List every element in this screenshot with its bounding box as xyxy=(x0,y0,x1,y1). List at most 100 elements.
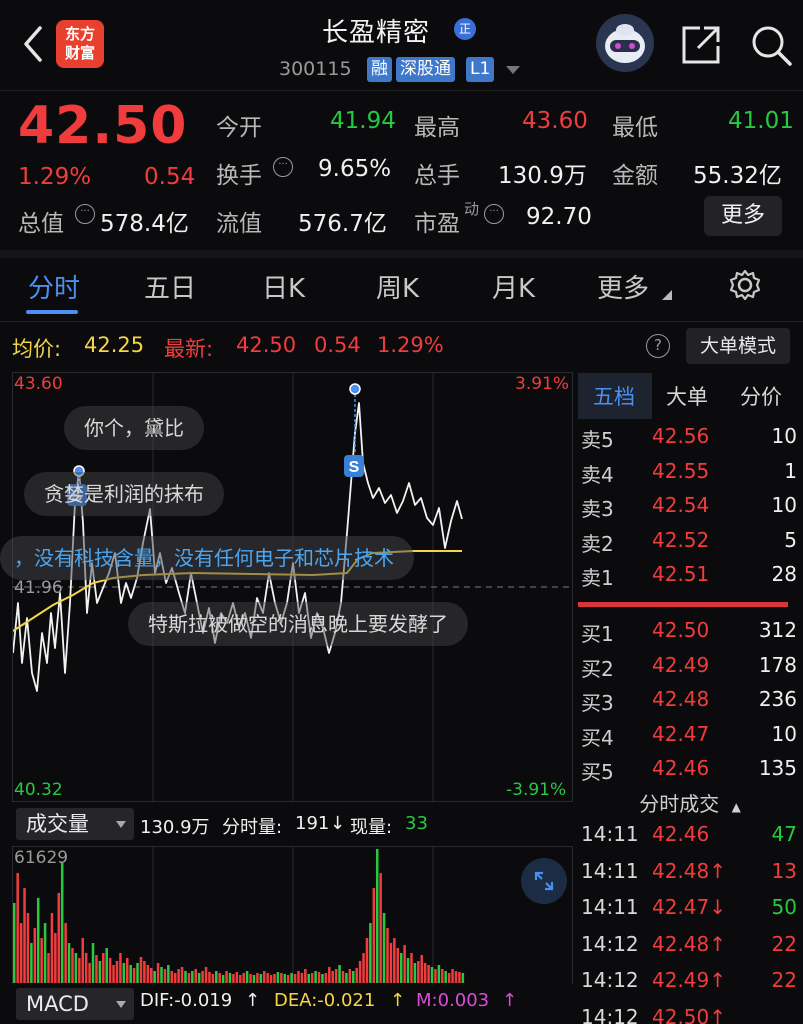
tab-weekly-k[interactable]: 周K xyxy=(376,268,419,305)
volume-bar xyxy=(98,961,102,983)
volume-bar xyxy=(235,972,239,983)
axis-bottom-left: 40.32 xyxy=(14,780,63,800)
trade-volume: 50 xyxy=(771,895,797,919)
level-volume: 10 xyxy=(771,424,797,448)
volume-bar xyxy=(191,971,194,983)
volume-bar xyxy=(324,973,328,983)
tab-price-dist[interactable]: 分价 xyxy=(740,381,782,411)
turnover-label: 换手 xyxy=(216,163,262,189)
volume-bar xyxy=(211,974,215,983)
low-value: 41.01 xyxy=(728,108,794,134)
tab-more[interactable]: 更多 xyxy=(597,268,649,305)
danmu-comment[interactable]: ，没有科技含量，没有任何电子和芯片技术 xyxy=(0,536,414,580)
tab-intraday[interactable]: 分时 xyxy=(28,268,80,305)
tab-big-orders[interactable]: 大单 xyxy=(666,381,708,411)
high-point-marker xyxy=(349,383,361,395)
volume-bar xyxy=(430,967,434,983)
bid-row[interactable]: 买4 42.47 10 xyxy=(577,718,803,752)
danmu-comment[interactable]: 特斯拉被做空的消息晚上要发酵了 xyxy=(128,602,468,646)
volume-bar xyxy=(382,913,386,983)
level-volume: 178 xyxy=(758,652,797,677)
indicator-select-volume[interactable]: 成交量 xyxy=(16,808,134,840)
volume-bar xyxy=(160,967,163,983)
volume-bar xyxy=(262,971,266,983)
volume-bar xyxy=(300,973,304,983)
info-dots-icon[interactable]: ··· xyxy=(273,157,293,177)
level-volume: 10 xyxy=(771,721,797,746)
tab-five-day[interactable]: 五日 xyxy=(144,268,196,305)
volume-chart[interactable] xyxy=(12,846,573,985)
amount-value: 55.32亿 xyxy=(693,163,782,189)
volume-bar xyxy=(461,973,465,983)
volume-bar xyxy=(441,969,444,983)
volume-bar xyxy=(177,969,180,983)
danmu-comment[interactable]: 贪婪是利润的抹布 xyxy=(24,472,224,516)
axis-bottom-right: -3.91% xyxy=(506,780,567,800)
expand-icon[interactable] xyxy=(521,858,567,904)
search-icon[interactable] xyxy=(748,22,794,68)
logo-line-2: 财富 xyxy=(64,44,95,62)
volume-bar xyxy=(273,974,276,983)
volume-bar xyxy=(396,948,400,983)
volume-bar xyxy=(434,969,437,983)
bid-row[interactable]: 买2 42.49 178 xyxy=(577,649,803,683)
ask-row[interactable]: 卖3 42.54 10 xyxy=(577,489,803,523)
macd-dea: DEA:-0.021 xyxy=(274,990,376,1011)
bid-ask-ratio-bar xyxy=(578,602,788,607)
danmu-comment[interactable]: 你个，黛比 xyxy=(64,406,204,450)
volume-bar xyxy=(215,971,218,983)
macd-dif: DIF:-0.019 xyxy=(140,990,233,1011)
volume-bar xyxy=(345,973,348,983)
big-order-mode-button[interactable]: 大单模式 xyxy=(686,328,790,364)
level-volume: 28 xyxy=(771,562,797,586)
indicator-select-macd[interactable]: MACD xyxy=(16,988,134,1020)
volume-bar xyxy=(129,965,132,983)
tab-monthly-k[interactable]: 月K xyxy=(492,268,535,305)
ask-row[interactable]: 卖1 42.51 28 xyxy=(577,558,803,592)
volume-bar xyxy=(221,975,225,983)
avg-value: 42.25 xyxy=(84,333,145,357)
level-volume: 236 xyxy=(758,687,797,711)
trades-header[interactable]: 分时成交 ▲ xyxy=(577,788,803,817)
more-quote-button[interactable]: 更多 xyxy=(704,196,782,236)
level-volume: 135 xyxy=(758,756,797,780)
volume-bar xyxy=(71,948,74,983)
latest-label: 最新: xyxy=(164,337,214,361)
ask-row[interactable]: 卖4 42.55 1 xyxy=(577,455,803,489)
pe-value: 92.70 xyxy=(526,204,592,230)
trade-row: 14:12 42.49↑ 22 xyxy=(577,964,803,1000)
volume-bar xyxy=(64,923,67,983)
volume-label: 总手 xyxy=(414,163,460,189)
chevron-down-icon[interactable] xyxy=(506,66,520,74)
tab-five-levels[interactable]: 五档 xyxy=(593,381,635,411)
ask-row[interactable]: 卖2 42.52 5 xyxy=(577,524,803,558)
volume-bar xyxy=(454,971,458,983)
bid-row[interactable]: 买1 42.50 312 xyxy=(577,614,803,648)
volume-bar xyxy=(269,975,273,983)
volume-bar xyxy=(36,898,40,983)
volume-bar xyxy=(208,972,211,983)
float-label: 流值 xyxy=(216,211,262,237)
volume-max-label: 61629 xyxy=(14,848,69,868)
info-dots-icon[interactable]: ··· xyxy=(484,204,504,224)
trade-price: 42.46 xyxy=(652,822,710,846)
amount-label: 金额 xyxy=(612,163,658,189)
share-icon[interactable] xyxy=(678,22,724,68)
bid-row[interactable]: 买3 42.48 236 xyxy=(577,683,803,717)
gear-icon[interactable] xyxy=(728,268,762,302)
trade-volume: 47 xyxy=(771,822,797,846)
robot-avatar-icon[interactable] xyxy=(596,14,654,72)
app-logo[interactable]: 东方 财富 xyxy=(56,20,104,68)
level-label: 卖4 xyxy=(581,462,614,487)
volume-bar xyxy=(242,973,245,983)
help-icon[interactable]: ? xyxy=(646,334,670,358)
volume-bar xyxy=(74,953,78,983)
volume-bar xyxy=(88,963,91,983)
back-icon[interactable] xyxy=(18,22,48,66)
volume-bar xyxy=(126,958,129,983)
bid-row[interactable]: 买5 42.46 135 xyxy=(577,752,803,786)
ask-row[interactable]: 卖5 42.56 10 xyxy=(577,420,803,454)
volume-bar xyxy=(348,969,352,983)
tab-daily-k[interactable]: 日K xyxy=(262,268,305,305)
info-dots-icon[interactable]: ··· xyxy=(75,204,95,224)
